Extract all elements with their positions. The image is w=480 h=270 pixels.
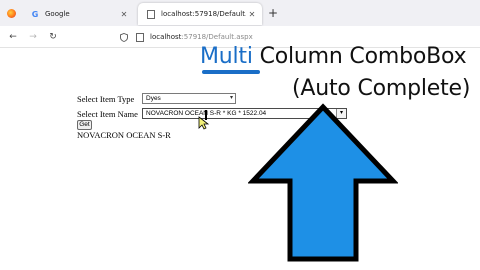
tab-title: localhost:57918/Default.aspx [161, 10, 246, 18]
forward-arrow-icon[interactable]: → [26, 30, 40, 44]
video-title-line2: (Auto Complete) [292, 76, 471, 101]
up-arrow-icon [248, 103, 398, 262]
google-g-icon: G [31, 9, 39, 19]
item-type-select[interactable]: Dyes ▾ [142, 93, 236, 104]
firefox-icon [6, 8, 16, 18]
url-host: localhost [150, 33, 182, 41]
mouse-pointer-icon [198, 116, 210, 130]
tab-google[interactable]: G Google ✕ [22, 3, 134, 25]
url-path: :57918/Default.aspx [181, 33, 253, 41]
new-tab-button[interactable]: + [266, 6, 280, 20]
item-type-value: Dyes [146, 95, 161, 102]
reload-icon[interactable]: ↻ [46, 30, 60, 44]
page-icon [146, 9, 156, 19]
video-title-line1: Multi Column ComboBox [200, 44, 467, 69]
title-rest: Column ComboBox [252, 44, 467, 69]
page-info-icon[interactable] [134, 32, 145, 43]
select-item-type-label: Select Item Type [77, 94, 135, 104]
select-item-name-label: Select Item Name [77, 109, 138, 119]
url-bar[interactable]: localhost:57918/Default.aspx [118, 29, 368, 45]
close-icon[interactable]: ✕ [246, 10, 258, 19]
result-text: NOVACRON OCEAN S-R [77, 130, 171, 140]
tab-title: Google [45, 10, 70, 18]
chevron-down-icon: ▾ [229, 95, 233, 101]
back-arrow-icon[interactable]: ← [6, 30, 20, 44]
close-icon[interactable]: ✕ [118, 10, 130, 19]
tab-localhost[interactable]: localhost:57918/Default.aspx ✕ [138, 3, 262, 25]
get-button[interactable]: Get [77, 120, 92, 130]
tab-bar: G Google ✕ localhost:57918/Default.aspx … [0, 0, 480, 26]
title-highlight-word: Multi [200, 44, 253, 69]
firefox-menu-button[interactable] [4, 6, 18, 20]
title-underline [202, 70, 260, 74]
shield-icon [118, 32, 129, 43]
